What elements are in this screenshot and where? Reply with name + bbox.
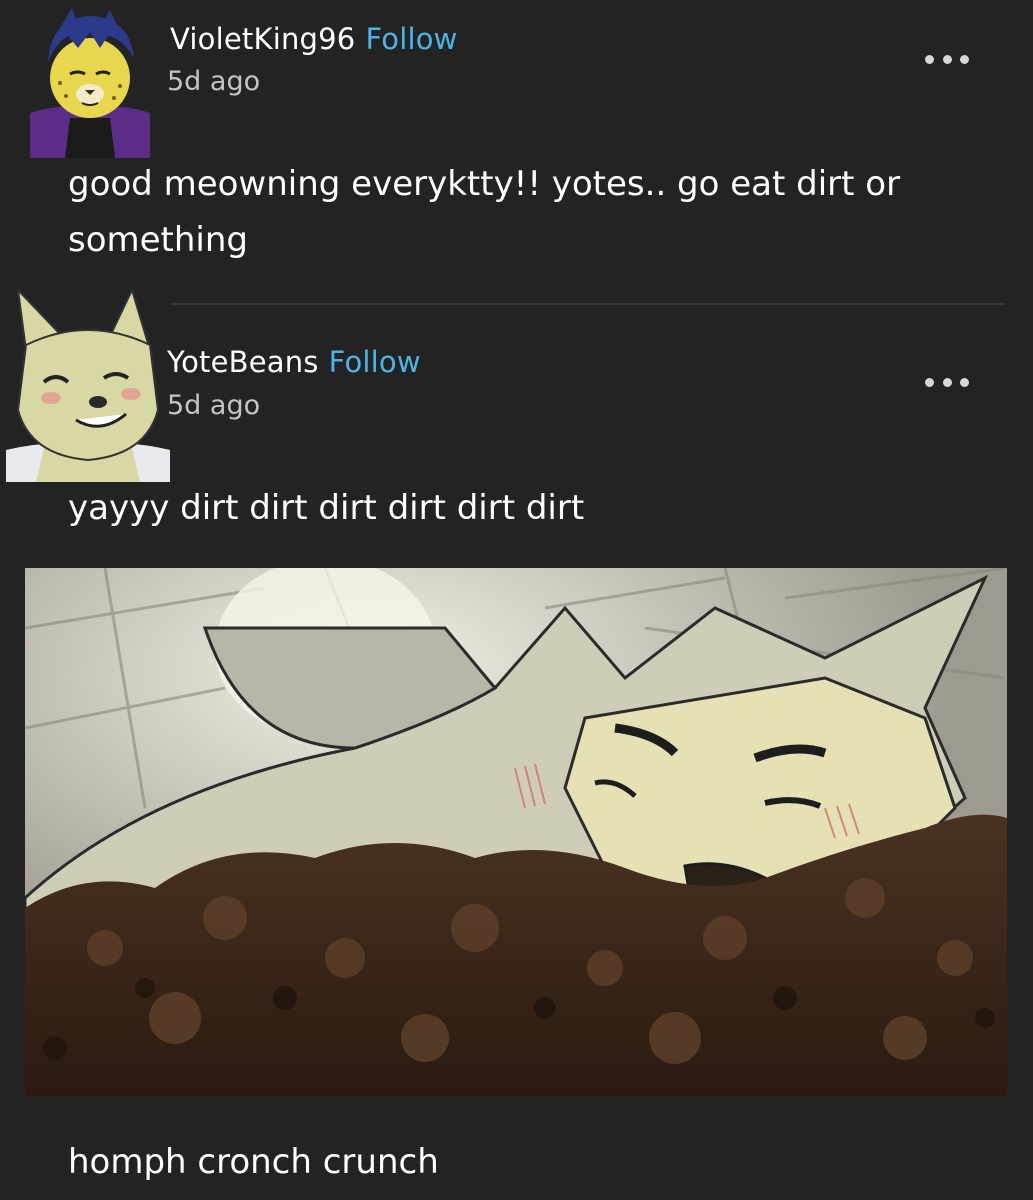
post-body: yayyy dirt dirt dirt dirt dirt dirt [68, 488, 585, 528]
cheetah-avatar[interactable] [30, 8, 150, 158]
coyote-eating-dirt-image[interactable] [25, 568, 1007, 1096]
divider [152, 303, 1005, 305]
more-horizontal-icon[interactable] [925, 47, 969, 71]
follow-button[interactable]: Follow [329, 345, 421, 379]
post-author: YoteBeans Follow [167, 345, 421, 379]
post-body: good meowning everyktty!! yotes.. go eat… [68, 164, 901, 260]
post-timestamp: 5d ago [167, 390, 261, 421]
follow-button[interactable]: Follow [365, 22, 457, 56]
username-link[interactable]: VioletKing96 [170, 22, 355, 56]
post-timestamp: 5d ago [167, 66, 261, 97]
coyote-avatar[interactable] [6, 290, 170, 482]
post-author: VioletKing96 Follow [170, 22, 458, 56]
more-horizontal-icon[interactable] [925, 370, 969, 394]
username-link[interactable]: YoteBeans [167, 345, 319, 379]
post-caption: homph cronch crunch [68, 1142, 439, 1182]
